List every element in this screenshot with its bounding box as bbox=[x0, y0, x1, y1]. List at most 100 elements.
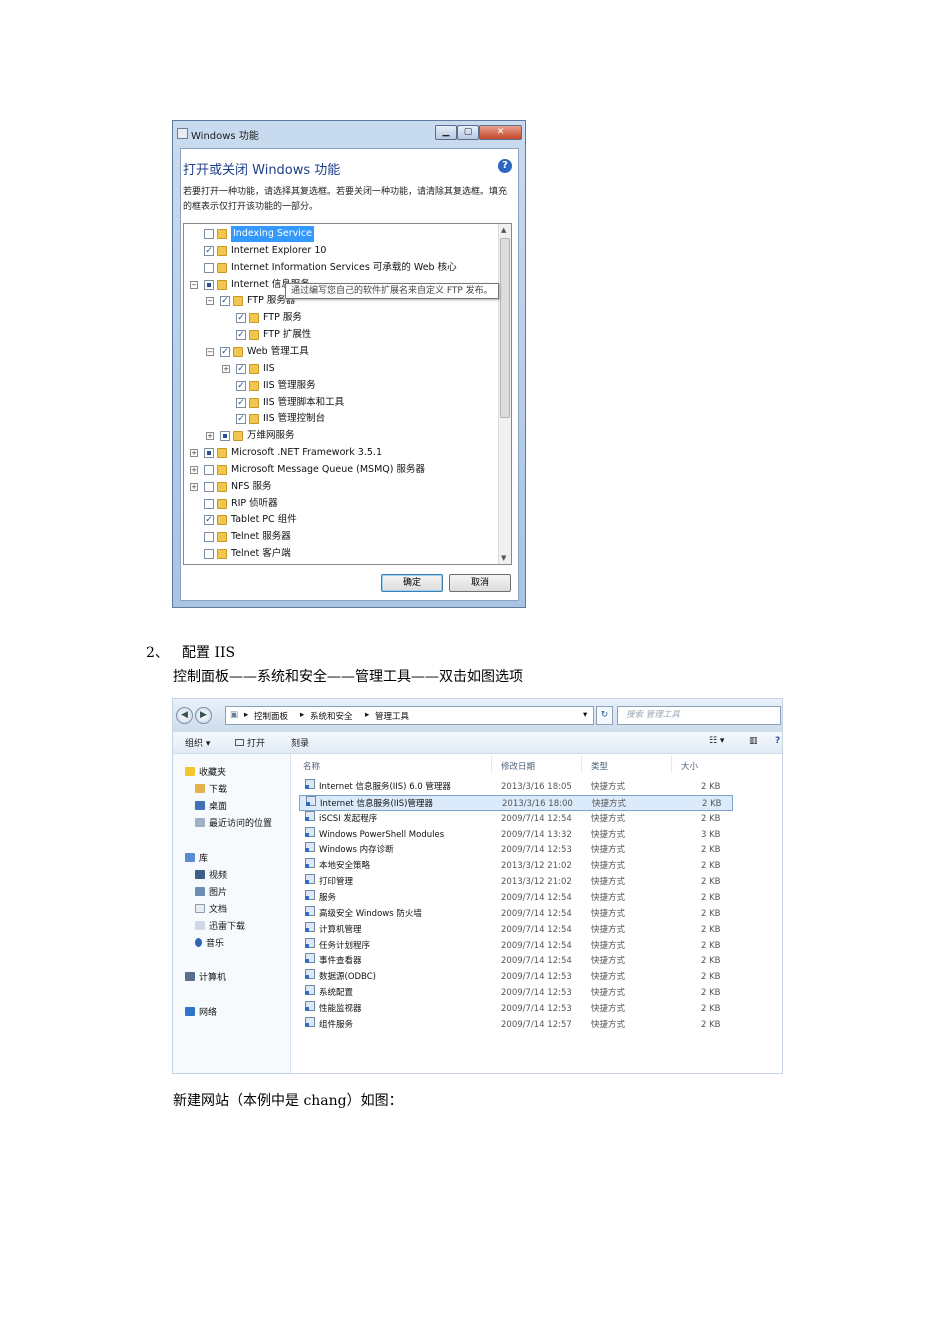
help-button[interactable]: ? bbox=[775, 736, 780, 746]
view-menu-button[interactable]: ☷ ▾ bbox=[709, 736, 724, 746]
file-row[interactable]: iSCSI 发起程序 2009/7/14 12:54 快捷方式 2 KB bbox=[299, 810, 733, 827]
sidebar-favorites[interactable]: 收藏夹 bbox=[185, 765, 226, 778]
feature-checkbox[interactable] bbox=[204, 229, 214, 239]
sidebar-item-desktop[interactable]: 桌面 bbox=[195, 799, 227, 812]
column-header-type[interactable]: 类型 bbox=[591, 760, 608, 772]
address-dropdown-icon[interactable]: ▾ bbox=[583, 710, 587, 720]
breadcrumb-item[interactable]: 管理工具 bbox=[375, 710, 409, 722]
expand-icon[interactable]: + bbox=[222, 364, 230, 373]
sidebar-item-documents[interactable]: 文档 bbox=[195, 902, 227, 915]
open-button[interactable]: 打开 bbox=[235, 736, 265, 749]
folder-icon bbox=[249, 313, 259, 324]
burn-button[interactable]: 刻录 bbox=[291, 736, 309, 749]
feature-label: IIS 管理服务 bbox=[263, 379, 316, 391]
breadcrumb-separator-icon[interactable]: ▸ bbox=[300, 710, 304, 720]
file-row[interactable]: 事件查看器 2009/7/14 12:54 快捷方式 2 KB bbox=[299, 953, 733, 969]
column-divider[interactable] bbox=[491, 756, 492, 772]
feature-checkbox[interactable] bbox=[204, 464, 214, 475]
file-row[interactable]: 服务 2009/7/14 12:54 快捷方式 2 KB bbox=[299, 889, 733, 906]
sidebar-libraries[interactable]: 库 bbox=[185, 851, 208, 864]
sidebar-item-videos[interactable]: 视频 bbox=[195, 868, 227, 881]
column-divider[interactable] bbox=[581, 756, 582, 772]
column-header-size[interactable]: 大小 bbox=[681, 760, 698, 772]
file-row[interactable]: 数据源(ODBC) 2009/7/14 12:53 快捷方式 2 KB bbox=[299, 969, 733, 985]
file-row[interactable]: 本地安全策略 2013/3/12 21:02 快捷方式 2 KB bbox=[299, 858, 733, 874]
refresh-button[interactable]: ↻ bbox=[596, 706, 613, 725]
feature-checkbox[interactable]: ✓ bbox=[236, 414, 246, 425]
feature-checkbox[interactable]: ✓ bbox=[236, 313, 246, 324]
scroll-down-icon[interactable]: ▼ bbox=[501, 554, 506, 562]
feature-checkbox[interactable] bbox=[220, 431, 230, 442]
sidebar-item-xunlei[interactable]: 迅雷下载 bbox=[195, 919, 245, 932]
feature-checkbox[interactable] bbox=[204, 498, 214, 509]
sidebar-network[interactable]: 网络 bbox=[185, 1005, 217, 1018]
file-row[interactable]: Windows PowerShell Modules 2009/7/14 13:3… bbox=[299, 826, 733, 843]
ok-button[interactable]: 确定 bbox=[381, 574, 443, 592]
feature-checkbox[interactable]: ✓ bbox=[220, 296, 230, 307]
feature-checkbox[interactable] bbox=[204, 279, 214, 290]
instruction-text: 控制面板——系统和安全——管理工具——双击如图选项 bbox=[173, 669, 523, 685]
help-icon[interactable]: ? bbox=[498, 159, 512, 173]
file-size: 2 KB bbox=[701, 892, 721, 903]
scroll-up-icon[interactable]: ▲ bbox=[501, 226, 506, 234]
sidebar-item-downloads[interactable]: 下载 bbox=[195, 782, 227, 795]
expand-icon[interactable]: + bbox=[190, 465, 198, 474]
file-row[interactable]: Windows 内存诊断 2009/7/14 12:53 快捷方式 2 KB bbox=[299, 842, 733, 858]
feature-checkbox[interactable]: ✓ bbox=[204, 245, 214, 256]
file-row[interactable]: 高级安全 Windows 防火墙 2009/7/14 12:54 快捷方式 2 KB bbox=[299, 905, 733, 922]
admin-tools-explorer: ◀ ▶ ▣ ▾ ▸ 控制面板 ▸ 系统和安全 ▸ 管理工具 ↻ 搜索 管理工具 组织 ▾ … bbox=[172, 698, 783, 1074]
tree-scrollbar[interactable]: ▲ ▼ bbox=[498, 224, 511, 564]
file-row[interactable]: Internet 信息服务(IIS) 6.0 管理器 2013/3/16 18:0… bbox=[299, 779, 733, 795]
file-date: 2009/7/14 12:54 bbox=[501, 813, 572, 824]
scroll-thumb[interactable] bbox=[500, 238, 510, 418]
breadcrumb-separator-icon[interactable]: ▸ bbox=[365, 710, 369, 720]
organize-button[interactable]: 组织 ▾ bbox=[185, 736, 210, 749]
feature-checkbox[interactable] bbox=[204, 549, 214, 560]
preview-pane-button[interactable]: ▥ bbox=[749, 736, 758, 746]
expand-icon[interactable]: + bbox=[206, 432, 214, 441]
column-header-date[interactable]: 修改日期 bbox=[501, 760, 535, 772]
search-input[interactable]: 搜索 管理工具 bbox=[617, 706, 781, 725]
feature-checkbox[interactable]: ✓ bbox=[236, 330, 246, 341]
file-row[interactable]: 任务计划程序 2009/7/14 12:54 快捷方式 2 KB bbox=[299, 937, 733, 954]
collapse-icon[interactable]: − bbox=[206, 347, 214, 356]
sidebar-item-recent[interactable]: 最近访问的位置 bbox=[195, 816, 272, 829]
close-button[interactable]: ✕ bbox=[479, 125, 522, 140]
file-row[interactable]: 性能监视器 2009/7/14 12:53 快捷方式 2 KB bbox=[299, 1000, 733, 1017]
feature-checkbox[interactable]: ✓ bbox=[236, 380, 246, 391]
sidebar-computer[interactable]: 计算机 bbox=[185, 970, 226, 983]
file-row[interactable]: 打印管理 2013/3/12 21:02 快捷方式 2 KB bbox=[299, 874, 733, 890]
feature-checkbox[interactable] bbox=[204, 262, 214, 273]
sidebar-item-pictures[interactable]: 图片 bbox=[195, 885, 227, 898]
feature-checkbox[interactable]: ✓ bbox=[236, 363, 246, 374]
collapse-icon[interactable]: − bbox=[190, 280, 198, 289]
feature-checkbox[interactable] bbox=[204, 448, 214, 459]
file-row[interactable]: 组件服务 2009/7/14 12:57 快捷方式 2 KB bbox=[299, 1016, 733, 1033]
forward-button[interactable]: ▶ bbox=[195, 707, 212, 724]
column-divider[interactable] bbox=[671, 756, 672, 772]
feature-checkbox[interactable] bbox=[204, 481, 214, 492]
breadcrumb-item[interactable]: 系统和安全 bbox=[310, 710, 353, 722]
file-row[interactable]: Internet 信息服务(IIS)管理器 2013/3/16 18:00 快捷方式… bbox=[299, 794, 733, 811]
file-row[interactable]: 系统配置 2009/7/14 12:53 快捷方式 2 KB bbox=[299, 985, 733, 1001]
feature-checkbox[interactable]: ✓ bbox=[220, 346, 230, 357]
sidebar-item-music[interactable]: 音乐 bbox=[195, 936, 224, 949]
back-button[interactable]: ◀ bbox=[176, 707, 193, 724]
feature-checkbox[interactable]: ✓ bbox=[204, 515, 214, 526]
minimize-button[interactable]: ▁ bbox=[435, 125, 457, 140]
music-icon bbox=[195, 938, 202, 947]
feature-checkbox[interactable]: ✓ bbox=[236, 397, 246, 408]
folder-icon bbox=[217, 229, 227, 239]
column-header-name[interactable]: 名称 bbox=[303, 760, 320, 772]
breadcrumb-separator-icon[interactable]: ▸ bbox=[244, 710, 248, 720]
feature-checkbox[interactable] bbox=[204, 532, 214, 543]
breadcrumb-item[interactable]: 控制面板 bbox=[254, 710, 288, 722]
collapse-icon[interactable]: − bbox=[206, 297, 214, 306]
expand-icon[interactable]: + bbox=[190, 482, 198, 491]
maximize-button[interactable]: ▢ bbox=[457, 125, 479, 140]
breadcrumb[interactable]: ▣ ▾ ▸ 控制面板 ▸ 系统和安全 ▸ 管理工具 bbox=[225, 706, 594, 725]
expand-icon[interactable]: + bbox=[190, 449, 198, 458]
feature-tree[interactable]: ▲ ▼ Indexing Service ✓ Internet Explorer 1… bbox=[183, 223, 512, 565]
file-row[interactable]: 计算机管理 2009/7/14 12:54 快捷方式 2 KB bbox=[299, 921, 733, 938]
cancel-button[interactable]: 取消 bbox=[449, 574, 511, 592]
